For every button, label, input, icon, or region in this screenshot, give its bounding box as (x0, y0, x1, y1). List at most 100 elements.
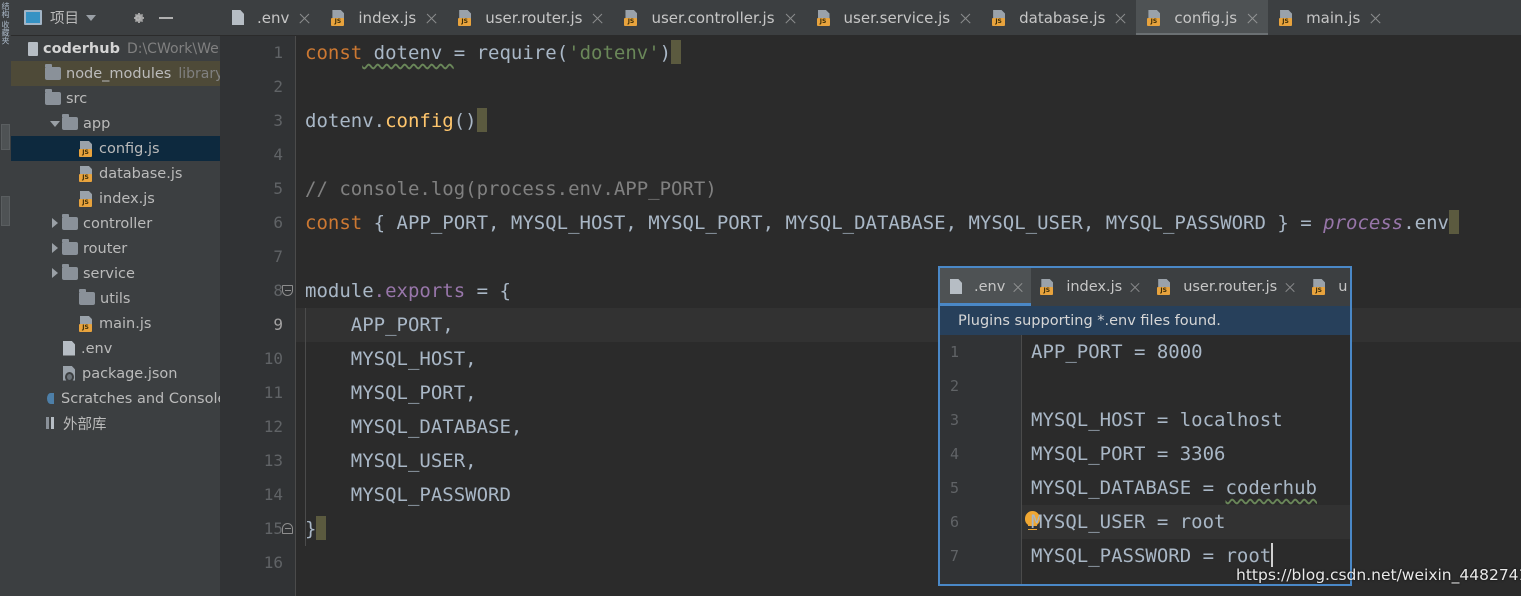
popup-line-number: 2 (950, 377, 960, 395)
close-icon[interactable] (1246, 12, 1259, 25)
tree-item-label: 外部库 (63, 417, 107, 433)
project-panel-title: 项目 (50, 11, 79, 27)
token-string: 'dotenv' (568, 42, 660, 64)
popup-tab--env[interactable]: .env (940, 268, 1032, 306)
tree-item-database-js[interactable]: JS database.js (11, 161, 220, 186)
line-number: 13 (263, 451, 283, 470)
plugin-notification-bar[interactable]: Plugins supporting *.env files found. (940, 306, 1350, 335)
env-equals: = (1191, 477, 1226, 499)
tree-item-label: router (83, 240, 128, 257)
line-number: 8 (273, 281, 283, 300)
tree-item-label: utils (100, 290, 131, 307)
gear-icon[interactable] (130, 10, 146, 26)
minimize-icon[interactable] (159, 16, 173, 19)
tree-item-coderhub[interactable]: coderhub D:\CWork\WebS (11, 36, 220, 61)
token-identifier: dotenv (362, 42, 454, 64)
env-file-editor[interactable]: 1 2 3 4 5 6 7 APP_PORT = 8000 MYSQL_HOST = loca… (940, 335, 1350, 584)
code-fold-open-icon[interactable] (282, 274, 295, 308)
token-equals: = (1300, 212, 1324, 234)
tree-item----[interactable]: 外部库 (11, 411, 220, 436)
tree-item-label: .env (81, 340, 113, 357)
line-number: 6 (273, 213, 283, 232)
token-process: process (1323, 212, 1404, 234)
tree-item-service[interactable]: service (11, 261, 220, 286)
popup-tab-u[interactable]: JS u (1303, 268, 1350, 306)
folder-icon (79, 289, 95, 305)
editor-tab--env[interactable]: .env (220, 0, 320, 35)
popup-tab-index-js[interactable]: JS index.js (1031, 268, 1148, 306)
env-key: MYSQL_USER (1031, 511, 1146, 533)
code-line-12: MYSQL_DATABASE, (305, 410, 523, 444)
close-icon[interactable] (298, 12, 311, 25)
close-icon[interactable] (959, 12, 972, 25)
popup-gutter[interactable]: 1 2 3 4 5 6 7 (940, 335, 1021, 584)
folder-icon (62, 114, 78, 130)
chevron-right-icon[interactable] (49, 218, 60, 229)
line-number: 9 (273, 315, 283, 334)
code-line-1: const dotenv = require('dotenv') (305, 36, 682, 70)
json-icon (62, 365, 77, 382)
chevron-down-icon[interactable] (49, 118, 60, 129)
tool-strip-label[interactable]: 结构 收藏夹 (0, 2, 11, 72)
env-value: 3306 (1179, 443, 1226, 465)
tree-item-label: service (83, 265, 135, 282)
tree-item-config-js[interactable]: JS config.js (11, 136, 220, 161)
code-fold-close-icon[interactable] (282, 512, 295, 546)
close-icon[interactable] (1369, 12, 1382, 25)
close-icon[interactable] (1129, 281, 1141, 293)
editor-tab-index-js[interactable]: JS index.js (320, 0, 447, 35)
line-number: 12 (263, 417, 283, 436)
editor-tab-user-controller-js[interactable]: JS user.controller.js (613, 0, 805, 35)
tree-item-utils[interactable]: utils (11, 286, 220, 311)
chevron-down-icon[interactable] (86, 14, 96, 21)
editor-tab-bar[interactable]: .env JS index.js JS user.router.js JS user.con… (220, 0, 1521, 36)
tree-item--env[interactable]: .env (11, 336, 220, 361)
tree-item-package-json[interactable]: package.json (11, 361, 220, 386)
token-brace-close: } (305, 518, 317, 540)
js-icon: JS (1040, 279, 1055, 295)
tool-strip-chip-1[interactable] (1, 124, 10, 150)
token-brace-close: } (1265, 212, 1301, 234)
editor-gutter[interactable]: 1 2 3 4 5 6 7 8 9 10 11 12 13 14 15 16 (220, 36, 295, 596)
tree-item-controller[interactable]: controller (11, 211, 220, 236)
close-icon[interactable] (1284, 281, 1296, 293)
editor-tab-database-js[interactable]: JS database.js (981, 0, 1136, 35)
left-tool-strip[interactable]: 结构 收藏夹 (0, 0, 11, 596)
chevron-right-icon[interactable] (49, 268, 60, 279)
env-code[interactable]: APP_PORT = 8000 MYSQL_HOST = localhost MYS… (1021, 335, 1350, 584)
close-icon[interactable] (784, 12, 797, 25)
editor-tab-main-js[interactable]: JS main.js (1268, 0, 1391, 35)
tree-item-main-js[interactable]: JS main.js (11, 311, 220, 336)
token-key: APP_PORT, (305, 314, 454, 336)
tree-item-scratches-and-consoles[interactable]: Scratches and Consoles (11, 386, 220, 411)
tree-item-index-js[interactable]: JS index.js (11, 186, 220, 211)
popup-tab-bar[interactable]: .env JS index.js JS user.router.js JS u (940, 268, 1350, 306)
env-value: 8000 (1156, 341, 1203, 363)
tree-item-router[interactable]: router (11, 236, 220, 261)
token-destructured-names: APP_PORT, MYSQL_HOST, MYSQL_PORT, MYSQL_… (396, 212, 1266, 234)
env-file-icon (949, 279, 963, 295)
close-icon[interactable] (591, 12, 604, 25)
close-icon[interactable] (1114, 12, 1127, 25)
tree-item-src[interactable]: src (11, 86, 220, 111)
popup-tab-user-router-js[interactable]: JS user.router.js (1148, 268, 1303, 306)
token-paren-open: ( (556, 42, 569, 64)
env-equals: = (1122, 341, 1157, 363)
tree-item-node-modules[interactable]: node_modules library r (11, 61, 220, 86)
project-tree[interactable]: coderhub D:\CWork\WebS node_modules library… (11, 36, 220, 596)
popup-line-number: 1 (950, 343, 960, 361)
editor-tab-user-service-js[interactable]: JS user.service.js (806, 0, 982, 35)
tool-strip-chip-2[interactable] (1, 196, 10, 226)
close-icon[interactable] (425, 12, 438, 25)
editor-tab-user-router-js[interactable]: JS user.router.js (447, 0, 613, 35)
env-value: coderhub (1225, 477, 1317, 499)
tree-item-app[interactable]: app (11, 111, 220, 136)
close-icon[interactable] (1012, 281, 1024, 293)
env-preview-popup[interactable]: .env JS index.js JS user.router.js JS u Plugin… (938, 266, 1352, 586)
token-keyword: const (305, 212, 363, 234)
chevron-right-icon[interactable] (49, 243, 60, 254)
token-key: MYSQL_HOST, (305, 348, 477, 370)
editor-tab-config-js[interactable]: JS config.js (1136, 0, 1269, 35)
